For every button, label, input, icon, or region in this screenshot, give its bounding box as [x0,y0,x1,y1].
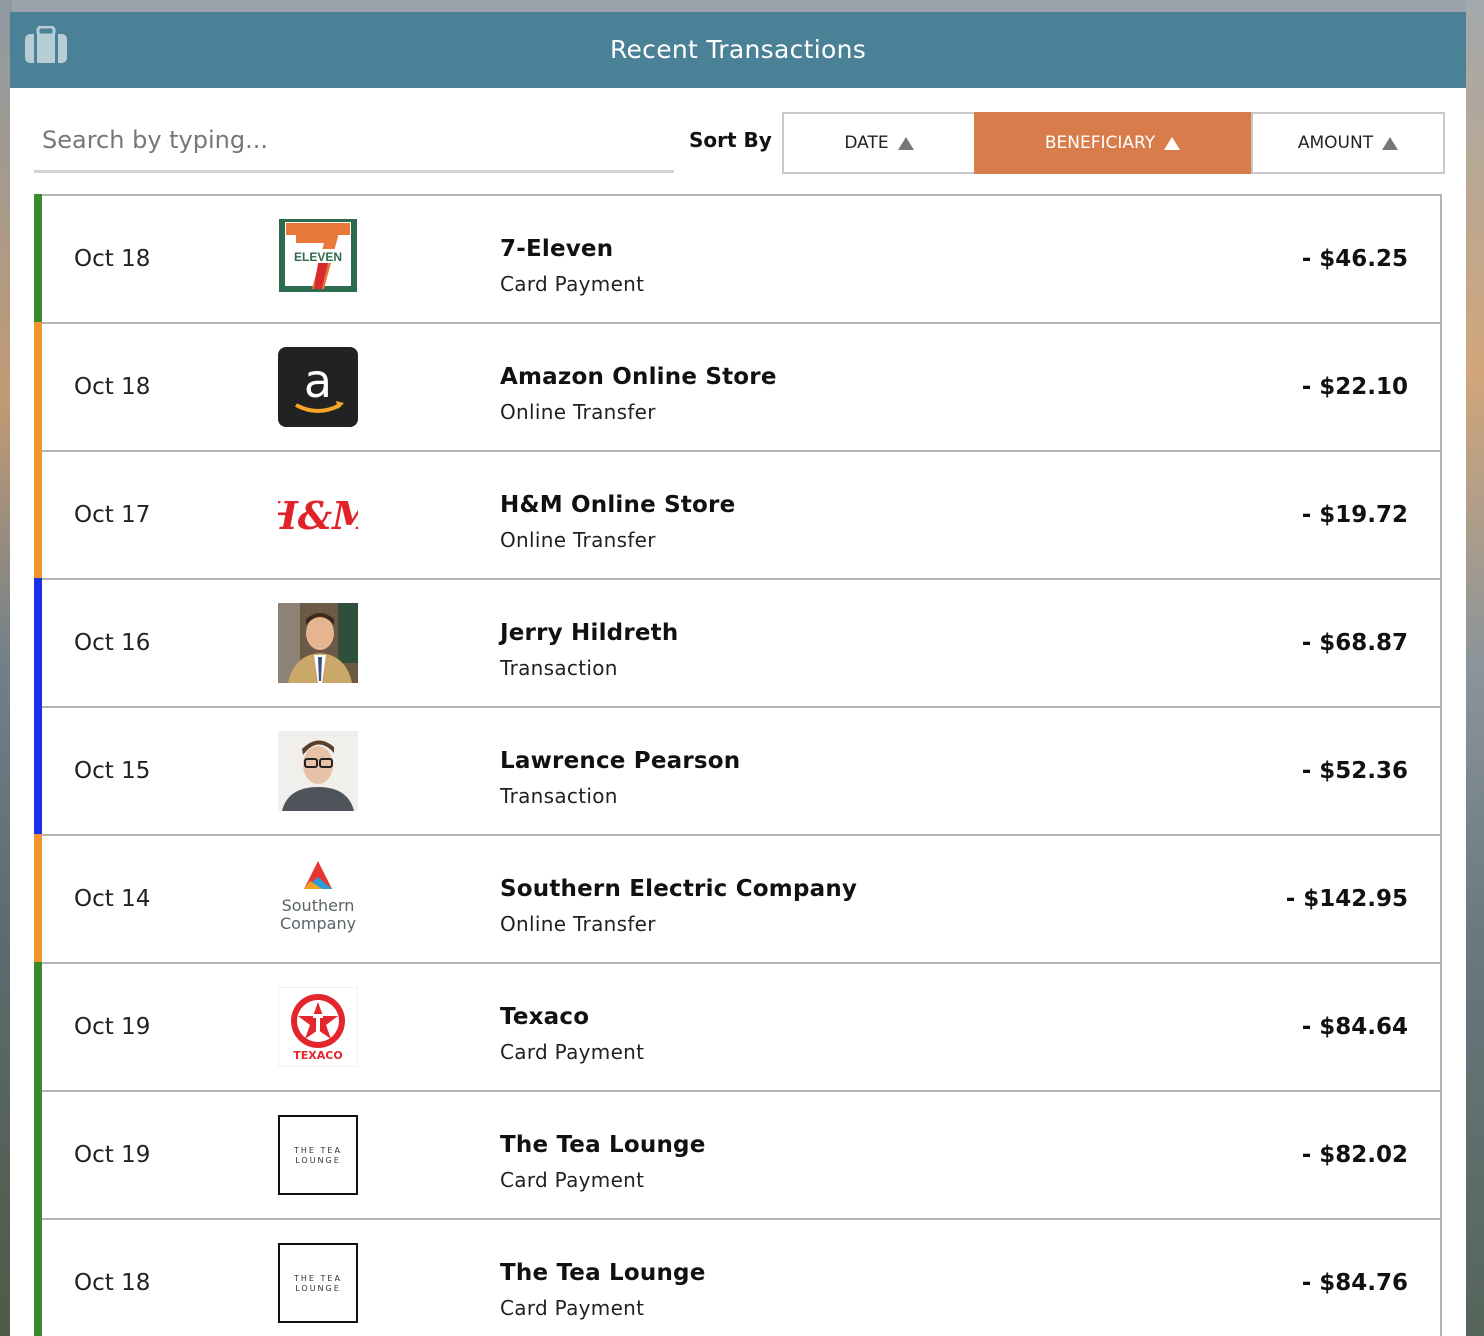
page-title: Recent Transactions [609,35,867,64]
transaction-type: Card Payment [500,1296,645,1320]
sort-ascending-icon [1164,136,1181,150]
beneficiary-name: 7-Eleven [500,236,614,262]
transaction-amount: - $68.87 [1301,630,1408,656]
transaction-type: Card Payment [500,272,645,296]
sort-beneficiary-button[interactable]: BENEFICIARY [974,112,1251,174]
transaction-type: Online Transfer [500,528,656,552]
transaction-date: Oct 18 [74,246,151,272]
transaction-type: Online Transfer [500,912,656,936]
lounge-word: LOUNGE [295,1284,341,1293]
sort-button-group: DATE BENEFICIARY AMOUNT [782,112,1445,174]
category-color-bar [34,962,42,1092]
transaction-date: Oct 18 [74,1270,151,1296]
transaction-amount: - $84.76 [1301,1270,1408,1296]
tea-lounge-logo: THE TEA LOUNGE [278,1115,358,1195]
tea-lounge-logo: THE TEA LOUNGE [278,1243,358,1323]
transaction-amount: - $142.95 [1285,886,1408,912]
transaction-row[interactable]: Oct 14 Southern Company Southern Electri… [34,834,1440,964]
transaction-row[interactable]: Oct 18 THE TEA LOUNGE The Tea Lounge Car… [34,1218,1440,1336]
category-color-bar [34,1218,42,1336]
transaction-amount: - $46.25 [1301,246,1408,272]
seven-eleven-logo: ELEVEN [278,219,358,299]
sort-ascending-icon [897,136,914,150]
person-photo [278,731,358,811]
transaction-type: Online Transfer [500,400,656,424]
transaction-type: Card Payment [500,1168,645,1192]
transaction-amount: - $82.02 [1301,1142,1408,1168]
beneficiary-name: The Tea Lounge [500,1132,706,1158]
transaction-row[interactable]: Oct 15 Lawrence Pearson Transaction - $5… [34,706,1440,836]
person-photo [278,603,358,683]
transactions-panel: Recent Transactions Sort By DATE BENEFIC… [10,12,1466,1336]
category-color-bar [34,450,42,580]
transaction-date: Oct 18 [74,374,151,400]
transaction-amount: - $22.10 [1301,374,1408,400]
sort-ascending-icon [1382,136,1399,150]
transaction-row[interactable]: Oct 19 TEXACO Texaco Card Payment - $84.… [34,962,1440,1092]
beneficiary-name: H&M Online Store [500,492,736,518]
sort-date-label: DATE [844,133,889,153]
category-color-bar [34,578,42,708]
sort-amount-label: AMOUNT [1297,133,1374,153]
sort-by-label: Sort By [689,128,772,152]
category-color-bar [34,834,42,964]
category-color-bar [34,194,42,324]
transaction-amount: - $52.36 [1301,758,1408,784]
svg-text:TEXACO: TEXACO [293,1049,342,1062]
svg-text:a: a [304,354,332,408]
transaction-row[interactable]: Oct 19 THE TEA LOUNGE The Tea Lounge Car… [34,1090,1440,1220]
sort-date-button[interactable]: DATE [784,112,974,174]
amazon-logo: a [278,347,358,427]
transaction-date: Oct 16 [74,630,151,656]
company-word: Company [280,914,356,933]
transaction-type: Transaction [500,656,618,680]
transaction-type: Card Payment [500,1040,645,1064]
tea-word: THE TEA [293,1146,342,1155]
lounge-word: LOUNGE [295,1156,341,1165]
transaction-row[interactable]: Oct 18 a Amazon Online Store Online Tran… [34,322,1440,452]
search-input[interactable] [34,112,674,168]
toolbar: Sort By DATE BENEFICIARY AMOUNT [10,88,1466,194]
transaction-date: Oct 15 [74,758,151,784]
beneficiary-name: Southern Electric Company [500,876,858,902]
svg-text:H&M: H&M [278,493,358,538]
transaction-type: Transaction [500,784,618,808]
beneficiary-name: Jerry Hildreth [500,620,679,646]
beneficiary-name: The Tea Lounge [500,1260,706,1286]
beneficiary-name: Amazon Online Store [500,364,777,390]
southern-company-logo: Southern Company [278,859,358,939]
tea-word: THE TEA [293,1274,342,1283]
texaco-logo: TEXACO [278,987,358,1067]
transaction-list: Oct 18 ELEVEN 7-Eleven Card Payment - $4… [34,194,1442,1336]
transaction-row[interactable]: Oct 18 ELEVEN 7-Eleven Card Payment - $4… [34,194,1440,324]
beneficiary-name: Lawrence Pearson [500,748,741,774]
category-color-bar [34,706,42,836]
transaction-amount: - $19.72 [1301,502,1408,528]
southern-word: Southern [282,896,355,915]
transaction-row[interactable]: Oct 16 Jerry Hildreth Transaction - $68.… [34,578,1440,708]
sort-amount-button[interactable]: AMOUNT [1251,112,1443,174]
transaction-date: Oct 14 [74,886,151,912]
category-color-bar [34,322,42,452]
transaction-date: Oct 19 [74,1142,151,1168]
svg-text:ELEVEN: ELEVEN [294,250,342,264]
beneficiary-name: Texaco [500,1004,590,1030]
transaction-row[interactable]: Oct 17 H&M H&M Online Store Online Trans… [34,450,1440,580]
hm-logo: H&M [278,475,358,555]
title-bar: Recent Transactions [10,12,1466,88]
category-color-bar [34,1090,42,1220]
transaction-amount: - $84.64 [1301,1014,1408,1040]
search-field [34,112,674,173]
sort-beneficiary-label: BENEFICIARY [1044,133,1156,153]
background-right [1466,0,1484,1336]
transaction-date: Oct 19 [74,1014,151,1040]
transaction-date: Oct 17 [74,502,151,528]
